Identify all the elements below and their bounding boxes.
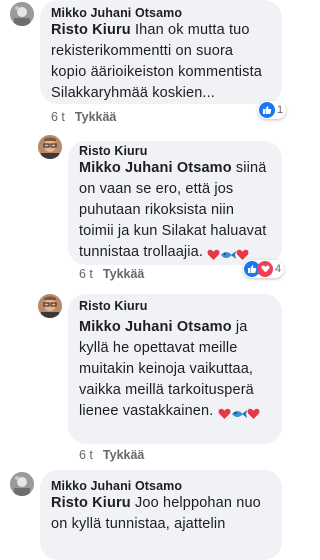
avatar[interactable] <box>38 135 62 159</box>
thumbs-up-icon <box>259 102 275 118</box>
reaction-count: 4 <box>275 263 282 275</box>
mention-link[interactable]: Risto Kiuru <box>51 22 131 38</box>
like-button[interactable]: Tykkää <box>103 448 144 462</box>
comment-author[interactable]: Mikko Juhani Otsamo <box>51 479 182 493</box>
fish-emoji <box>231 409 247 418</box>
heart-reaction-icon <box>257 261 273 277</box>
comment-meta: 6 t Tykkää <box>79 267 144 281</box>
heart-emoji <box>218 408 231 419</box>
comment-2: Risto Kiuru Mikko Juhani Otsamo siinä on… <box>0 135 288 285</box>
comment-time[interactable]: 6 t <box>79 448 93 462</box>
comment-author[interactable]: Mikko Juhani Otsamo <box>51 6 182 20</box>
fish-emoji <box>221 250 237 259</box>
comment-text: Mikko Juhani Otsamo siinä on vaan se ero… <box>79 158 279 265</box>
heart-emoji <box>236 249 249 260</box>
emoji-group <box>213 403 260 424</box>
mention-link[interactable]: Mikko Juhani Otsamo <box>79 160 232 176</box>
comment-1: Mikko Juhani Otsamo Risto Kiuru Ihan ok … <box>0 0 288 135</box>
heart-emoji <box>207 249 220 260</box>
mention-link[interactable]: Risto Kiuru <box>51 495 131 511</box>
comment-author[interactable]: Risto Kiuru <box>79 144 147 158</box>
reaction-count: 1 <box>277 104 284 116</box>
comment-4: Mikko Juhani Otsamo Risto Kiuru Joo help… <box>0 470 288 560</box>
mention-link[interactable]: Mikko Juhani Otsamo <box>79 319 232 335</box>
reaction-summary[interactable]: 1 <box>258 101 287 119</box>
like-button[interactable]: Tykkää <box>103 267 144 281</box>
heart-emoji <box>247 408 260 419</box>
comment-meta: 6 t Tykkää <box>51 110 116 124</box>
comment-author[interactable]: Risto Kiuru <box>79 299 147 313</box>
comment-meta: 6 t Tykkää <box>79 448 144 462</box>
like-button[interactable]: Tykkää <box>75 110 116 124</box>
comment-text: Risto Kiuru Joo helppohan nuo on kyllä t… <box>51 493 279 535</box>
avatar[interactable] <box>10 472 34 496</box>
comment-text: Risto Kiuru Ihan ok mutta tuo rekisterik… <box>51 20 279 104</box>
avatar[interactable] <box>38 294 62 318</box>
comment-text: Mikko Juhani Otsamo ja kyllä he opettava… <box>79 317 279 424</box>
reaction-summary[interactable]: 4 <box>243 260 285 278</box>
avatar[interactable] <box>10 2 34 26</box>
comment-time[interactable]: 6 t <box>79 267 93 281</box>
comment-time[interactable]: 6 t <box>51 110 65 124</box>
comment-3: Risto Kiuru Mikko Juhani Otsamo ja kyllä… <box>0 290 288 462</box>
emoji-group <box>203 244 249 265</box>
